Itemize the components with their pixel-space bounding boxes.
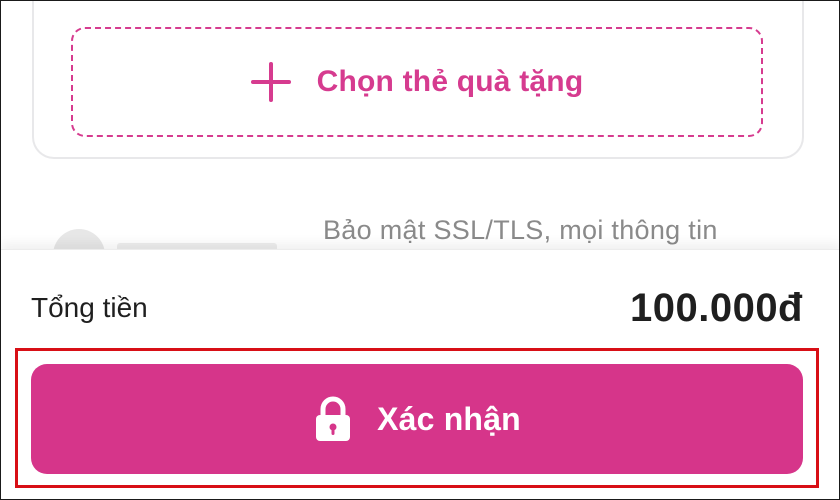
checkout-bottom-bar: Tổng tiền 100.000đ Xác nhận xyxy=(1,249,839,499)
gift-card-label: Chọn thẻ quà tặng xyxy=(316,65,584,98)
confirm-button[interactable]: Xác nhận xyxy=(31,364,803,474)
security-notice-text: Bảo mật SSL/TLS, mọi thông tin xyxy=(323,215,718,245)
total-label: Tổng tiền xyxy=(31,292,148,323)
plus-icon xyxy=(250,62,291,102)
choose-gift-card-button[interactable]: Chọn thẻ quà tặng xyxy=(71,27,763,137)
confirm-label: Xác nhận xyxy=(377,400,521,437)
lock-icon xyxy=(316,396,351,441)
screen: Chọn thẻ quà tặng Bảo mật SSL/TLS, mọi t… xyxy=(0,0,840,500)
total-amount: 100.000đ xyxy=(629,286,803,330)
security-notice: Bảo mật SSL/TLS, mọi thông tin xyxy=(1,197,839,281)
